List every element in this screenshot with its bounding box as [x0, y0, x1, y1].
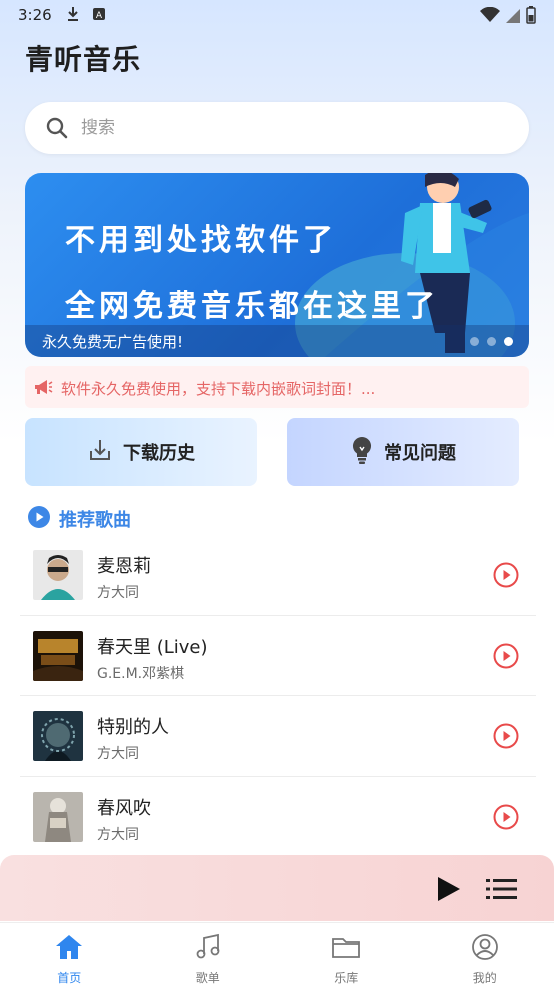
tab-label: 歌单: [195, 971, 220, 984]
megaphone-icon: [33, 377, 53, 401]
banner-headline-1: 不用到处找软件了: [65, 223, 337, 258]
play-circle-icon: [27, 505, 51, 533]
tab-playlist[interactable]: 歌单: [139, 923, 278, 984]
banner-caption: 永久免费无广告使用!: [42, 333, 184, 351]
download-history-label: 下载历史: [123, 443, 195, 464]
tab-label: 乐库: [334, 971, 359, 984]
playlist-icon: [486, 879, 517, 899]
song-artist: G.E.M.邓紫棋: [97, 665, 185, 682]
song-row[interactable]: 春风吹 方大同: [20, 777, 536, 858]
banner-dot-active[interactable]: [504, 337, 513, 346]
app-title: 青听音乐: [25, 43, 142, 76]
song-row[interactable]: 特别的人 方大同: [20, 696, 536, 777]
play-icon: [438, 877, 460, 901]
tab-label: 首页: [57, 971, 82, 984]
download-history-button[interactable]: 下载历史: [25, 418, 257, 486]
mini-player[interactable]: [0, 855, 554, 921]
play-song-button[interactable]: [493, 723, 519, 753]
search-input[interactable]: [81, 102, 501, 154]
album-cover: [33, 791, 83, 842]
song-artist: 方大同: [97, 585, 139, 601]
faq-button[interactable]: 常见问题: [287, 418, 519, 486]
banner-dot[interactable]: [487, 337, 496, 346]
banner-headline-2: 全网免费音乐都在这里了: [65, 289, 439, 324]
search-bar[interactable]: [25, 102, 529, 154]
play-song-button[interactable]: [493, 643, 519, 673]
home-icon: [54, 933, 84, 965]
banner-dot[interactable]: [470, 337, 479, 346]
notice-bar[interactable]: 软件永久免费使用，支持下载内嵌歌词封面！...: [25, 366, 529, 408]
song-list: 麦恩莉 方大同 春天里 (Live) G.E.M.邓紫棋 特别的人 方大同 春风…: [20, 535, 536, 857]
status-bar: 3:26 A: [0, 0, 554, 30]
song-title: 麦恩莉: [97, 556, 151, 577]
faq-label: 常见问题: [384, 443, 456, 464]
album-cover: [33, 550, 83, 600]
section-title: 推荐歌曲: [59, 510, 131, 531]
download-status-icon: [66, 6, 80, 26]
mini-play-button[interactable]: [434, 875, 462, 907]
battery-icon: [526, 6, 536, 28]
notice-text: 软件永久免费使用，支持下载内嵌歌词封面！...: [61, 380, 376, 398]
play-icon: [493, 643, 519, 668]
lightbulb-icon: [350, 435, 374, 469]
section-header: 推荐歌曲: [27, 505, 131, 533]
song-artist: 方大同: [97, 826, 139, 843]
song-row[interactable]: 麦恩莉 方大同: [20, 535, 536, 616]
play-song-button[interactable]: [493, 804, 519, 834]
status-time: 3:26: [18, 6, 52, 24]
bottom-tab-bar: 首页 歌单 乐库 我的: [0, 922, 554, 984]
playlist-button[interactable]: [486, 877, 518, 905]
song-artist: 方大同: [97, 746, 139, 762]
wifi-icon: [480, 6, 500, 27]
banner-caption-bar: 永久免费无广告使用!: [25, 325, 529, 357]
song-title: 特别的人: [97, 717, 169, 738]
song-row[interactable]: 春天里 (Live) G.E.M.邓紫棋: [20, 616, 536, 696]
tab-mine[interactable]: 我的: [416, 923, 554, 984]
search-icon: [45, 116, 69, 144]
tab-library[interactable]: 乐库: [277, 923, 416, 984]
album-cover: [33, 630, 83, 681]
download-icon: [87, 437, 113, 467]
play-icon: [493, 804, 519, 829]
play-icon: [493, 562, 519, 588]
play-icon: [493, 723, 519, 749]
banner-pager[interactable]: [470, 337, 513, 346]
user-icon: [471, 933, 499, 965]
tab-label: 我的: [472, 971, 497, 984]
song-title: 春风吹: [97, 797, 151, 819]
signal-icon: [506, 8, 520, 27]
tab-home[interactable]: 首页: [0, 923, 139, 984]
keyboard-status-icon: A: [92, 6, 106, 26]
album-cover: [33, 711, 83, 761]
promo-banner[interactable]: 不用到处找软件了 全网免费音乐都在这里了 永久免费无广告使用!: [25, 173, 529, 357]
song-title: 春天里 (Live): [97, 636, 208, 658]
svg-text:A: A: [96, 11, 103, 21]
play-song-button[interactable]: [493, 562, 519, 592]
music-note-icon: [195, 933, 221, 965]
folder-icon: [331, 933, 361, 965]
